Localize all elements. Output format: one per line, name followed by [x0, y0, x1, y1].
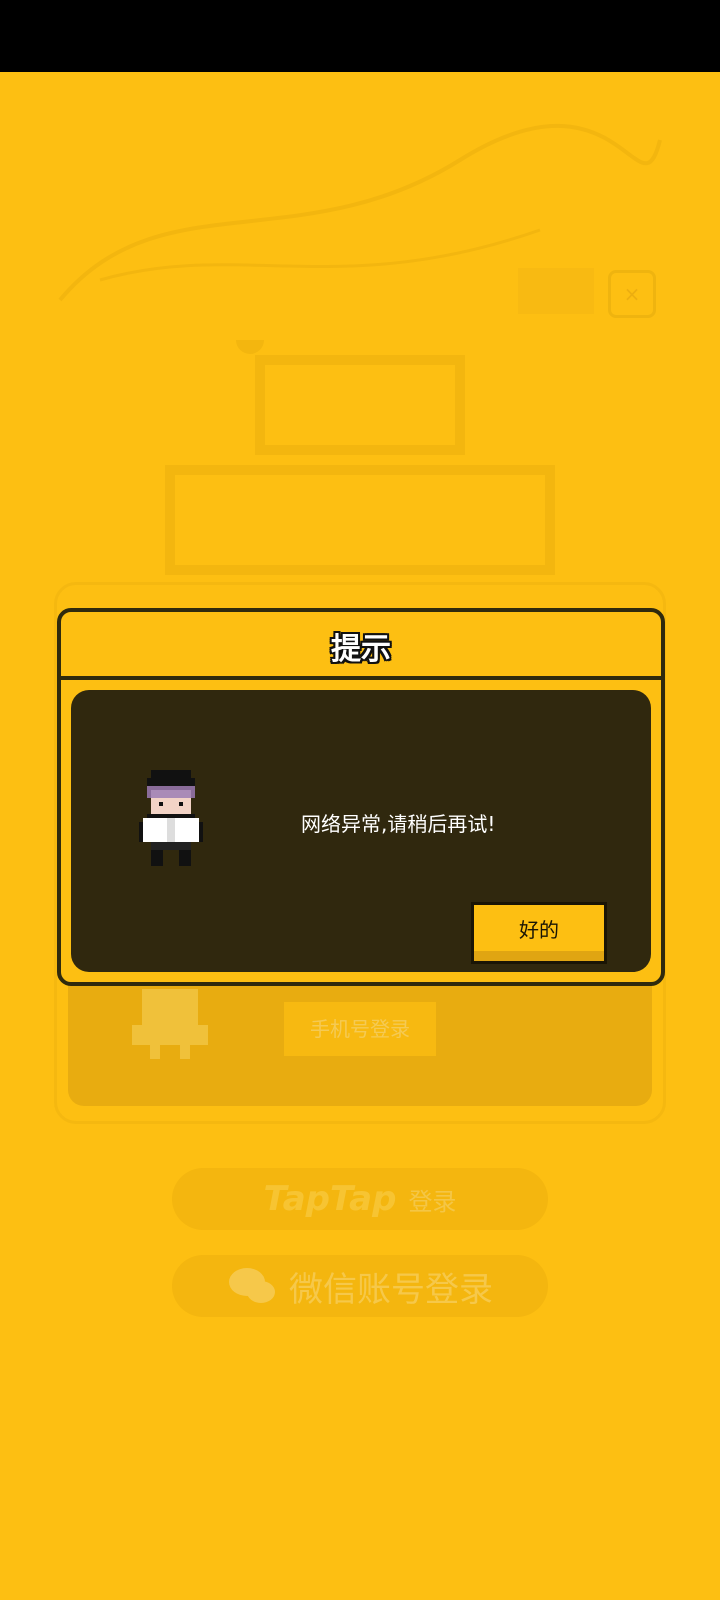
ok-button[interactable]: 好的	[471, 902, 607, 964]
phone-login-button[interactable]: 手机号登录	[284, 1002, 436, 1056]
wechat-login-label: 微信账号登录	[289, 1269, 493, 1310]
alert-dialog: 提示 网络异常,请稍后再试! 好的	[57, 608, 665, 986]
taptap-login-button[interactable]: TapTap 登录	[172, 1168, 548, 1230]
pixel-character-icon	[139, 770, 203, 866]
wechat-login-button[interactable]: 微信账号登录	[172, 1255, 548, 1317]
taptap-logo: TapTap	[263, 1179, 397, 1219]
dialog-title-bar: 提示	[61, 612, 661, 680]
game-logo	[165, 340, 555, 575]
background-side-tab	[518, 268, 594, 314]
status-bar	[0, 0, 720, 72]
dialog-title: 提示	[331, 632, 391, 667]
dialog-message: 网络异常,请稍后再试!	[301, 812, 496, 836]
close-button[interactable]: ×	[608, 270, 656, 318]
background-character-icon	[132, 989, 208, 1059]
wechat-icon	[229, 1268, 275, 1303]
close-icon: ×	[623, 282, 641, 306]
dialog-body: 网络异常,请稍后再试! 好的	[71, 690, 651, 972]
taptap-login-label: 登录	[408, 1187, 457, 1216]
screen: × 手机号登录 TapTap 登录 微信账号登录 提示 网络异常,请稍后再试! …	[0, 0, 720, 1600]
